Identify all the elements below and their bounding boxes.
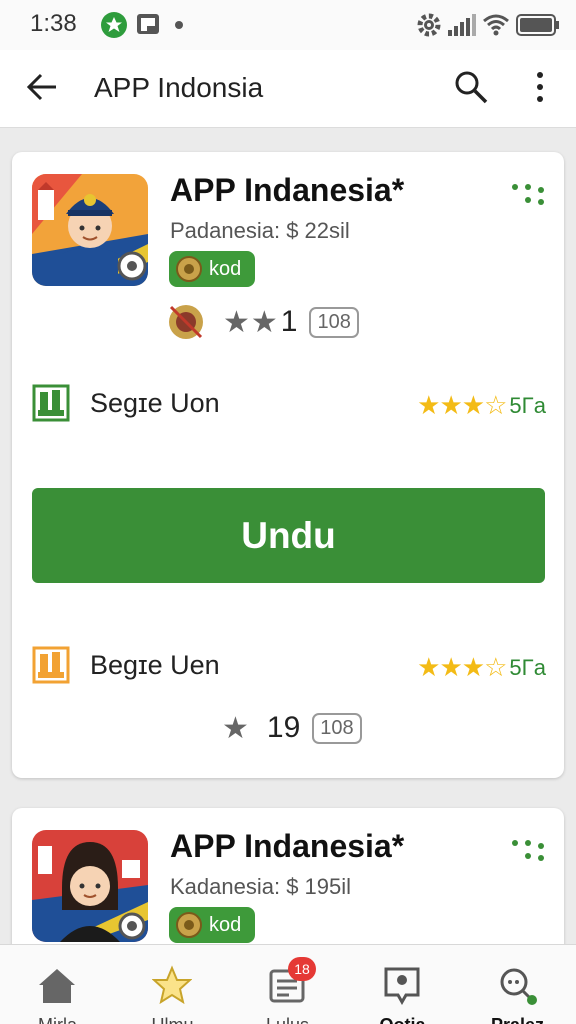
battery-icon [516, 14, 559, 36]
nav-label: Pralez [460, 1015, 575, 1024]
nav-item-places[interactable]: Ootia [345, 945, 460, 1024]
app-notification-icon [101, 12, 127, 38]
star-icon [152, 965, 192, 1005]
feature-label: Begɪe Uen [90, 650, 220, 680]
rating-count: 108 [309, 306, 359, 338]
feature-rating: ★★★ ☆ 5Γa [417, 390, 546, 421]
notification-badge: 18 [288, 957, 316, 981]
feature-score: 5Γa [509, 392, 546, 418]
signal-icon [448, 14, 476, 36]
nav-item-favorites[interactable]: Ulmu [115, 945, 230, 1024]
gray-star-icon: ★ [222, 711, 249, 745]
feature-rating: ★★★ ☆ 5Γa [417, 652, 546, 683]
app-icon-graphic [32, 174, 148, 286]
feature-score: 5Γa [509, 654, 546, 680]
gold-stars: ★★★ [417, 652, 485, 682]
empty-star: ☆ [484, 390, 508, 420]
map-pin-icon [384, 967, 420, 1005]
app-card[interactable]: APP Indanesia* Padanesia: $ 22sil kod ★★… [12, 152, 564, 778]
app-icon-graphic [32, 830, 148, 942]
developer-badge-icon [169, 305, 203, 339]
nav-label: Lulus [230, 1015, 345, 1024]
emblem-icon [176, 912, 202, 938]
empty-star: ☆ [484, 652, 508, 682]
gallery-notification-icon [137, 14, 159, 34]
app-subtitle: Kadanesia: $ 195il [170, 874, 352, 899]
home-icon [39, 969, 75, 1003]
app-icon[interactable] [32, 830, 148, 942]
gold-stars: ★★★ [417, 390, 485, 420]
dot-notification-icon [175, 21, 183, 29]
nav-item-search[interactable]: Pralez [460, 945, 575, 1024]
overflow-menu-icon[interactable] [532, 70, 548, 104]
back-arrow-icon[interactable] [26, 72, 58, 102]
rating-stars: ★★ [223, 305, 279, 339]
wifi-icon [483, 14, 509, 36]
settings-gear-icon [417, 13, 441, 37]
app-icon[interactable] [32, 174, 148, 286]
rating-count: 108 [312, 712, 362, 744]
nav-label: Mirla [0, 1015, 115, 1024]
rating-value: 1 [280, 305, 298, 338]
rating-value: 19 [266, 711, 301, 744]
bottom-navigation: Mirla Ulmu 18 Lulus Ootia Pralez [0, 944, 576, 1024]
feature-green-icon [32, 384, 70, 422]
app-name: APP Indanesia* [170, 172, 405, 208]
status-bar: 1:38 [0, 0, 576, 50]
download-button[interactable]: Undu [32, 488, 545, 583]
pill-label: kod [209, 913, 242, 936]
search-icon [500, 968, 537, 1005]
category-pill[interactable]: kod [169, 907, 256, 943]
emblem-icon [176, 256, 202, 282]
feature-orange-icon [32, 646, 70, 684]
app-bar: APP Indonsia [0, 50, 576, 128]
nav-item-list[interactable]: 18 Lulus [230, 945, 345, 1024]
status-time: 1:38 [30, 10, 77, 37]
more-options-icon[interactable] [510, 182, 546, 208]
search-icon[interactable] [454, 70, 488, 104]
more-options-icon[interactable] [510, 838, 546, 864]
app-subtitle: Padanesia: $ 22sil [170, 218, 350, 243]
feature-row[interactable]: Begɪe Uen ★★★ ☆ 5Γa [32, 642, 548, 688]
nav-label: Ulmu [115, 1015, 230, 1024]
pill-label: kod [209, 257, 242, 280]
feature-label: Segɪe Uon [90, 388, 220, 418]
page-title: APP Indonsia [94, 72, 264, 103]
app-name: APP Indanesia* [170, 828, 405, 864]
rating-row: ★★ 1 108 [167, 302, 359, 342]
category-pill[interactable]: kod [169, 251, 256, 287]
bottom-rating-row: ★ 19 108 [222, 707, 362, 749]
nav-item-home[interactable]: Mirla [0, 945, 115, 1024]
nav-label: Ootia [345, 1015, 460, 1024]
feature-row[interactable]: Segɪe Uon ★★★ ☆ 5Γa [32, 380, 548, 426]
